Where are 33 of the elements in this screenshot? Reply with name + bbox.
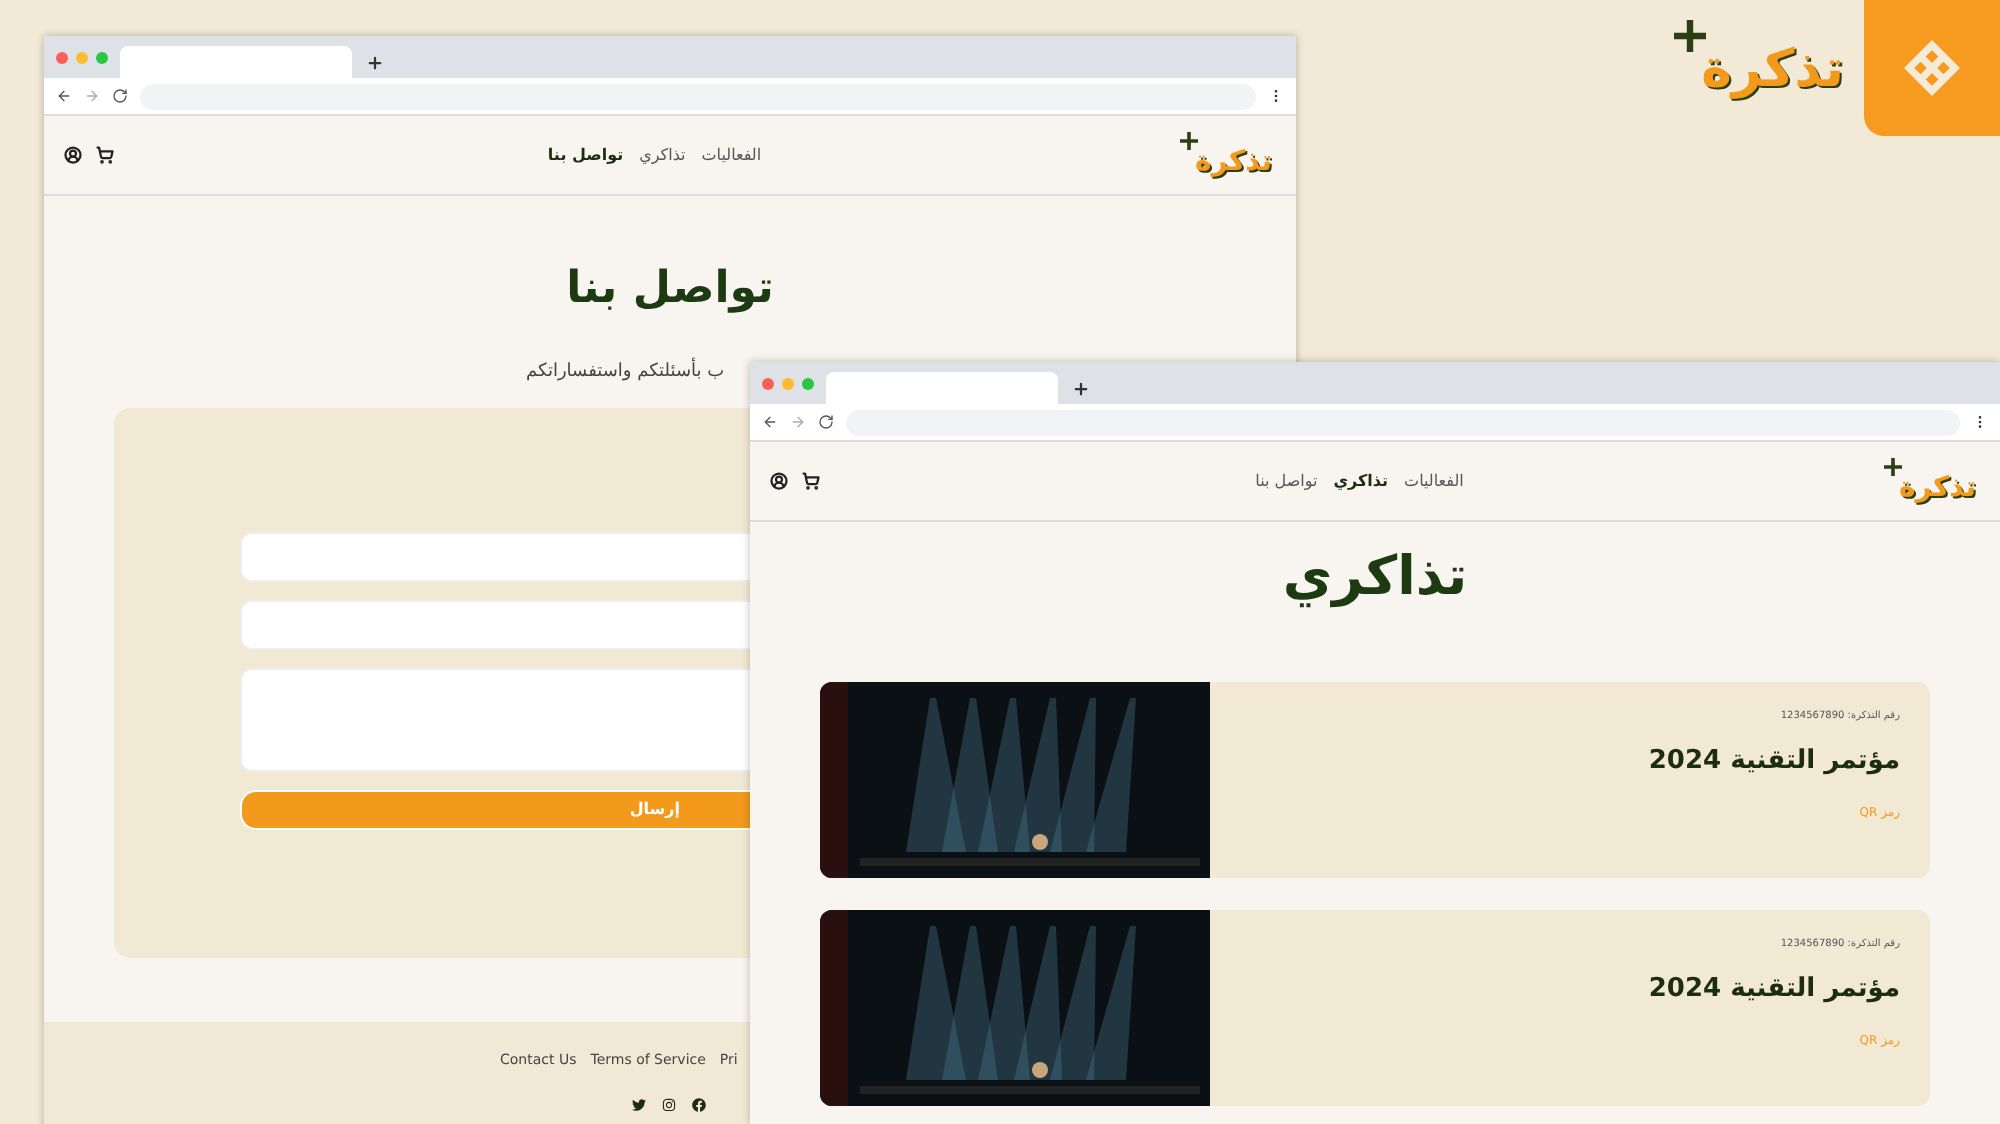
plus-icon	[1179, 131, 1198, 149]
nav-link[interactable]: تذاكري	[1333, 469, 1389, 493]
brand-logo-text: تذكرة	[1701, 44, 1844, 96]
back-icon[interactable]	[56, 88, 72, 104]
instagram-icon[interactable]	[662, 1098, 676, 1112]
user-icon[interactable]	[64, 146, 82, 164]
brand-logo-text: تذكرة	[1899, 473, 1976, 501]
twitter-icon[interactable]	[632, 1098, 646, 1112]
ticket-title: مؤتمر التقنية 2024	[1648, 743, 1900, 780]
nav-link[interactable]: تواصل بنا	[547, 143, 624, 167]
message-field[interactable]	[240, 667, 750, 771]
reload-icon[interactable]	[818, 414, 834, 430]
ticket-title: مؤتمر التقنية 2024	[1648, 971, 1900, 1008]
input-field[interactable]	[240, 531, 750, 581]
plus-icon	[1883, 457, 1902, 475]
new-tab-icon[interactable]	[366, 54, 384, 72]
page-title: تذاكري	[1282, 546, 1468, 611]
nav-link[interactable]: تواصل بنا	[1255, 469, 1318, 493]
plus-icon	[1673, 20, 1706, 52]
cart-icon[interactable]	[802, 472, 820, 490]
back-icon[interactable]	[762, 414, 778, 430]
nav-link[interactable]: تذاكري	[639, 143, 686, 167]
user-icon[interactable]	[770, 472, 788, 490]
page-subtitle: ب بأسئلتكم واستفساراتكم	[526, 360, 725, 387]
new-tab-icon[interactable]	[1072, 380, 1090, 398]
brand-logo-text: تذكرة	[1195, 147, 1272, 175]
nav-link[interactable]: الفعاليات	[1404, 469, 1464, 493]
cart-icon[interactable]	[96, 146, 114, 164]
page-title: تواصل بنا	[566, 268, 774, 312]
facebook-icon[interactable]	[692, 1098, 706, 1112]
reload-icon[interactable]	[112, 88, 128, 104]
nav-link[interactable]: الفعاليات	[701, 143, 762, 167]
input-field[interactable]	[240, 599, 750, 649]
